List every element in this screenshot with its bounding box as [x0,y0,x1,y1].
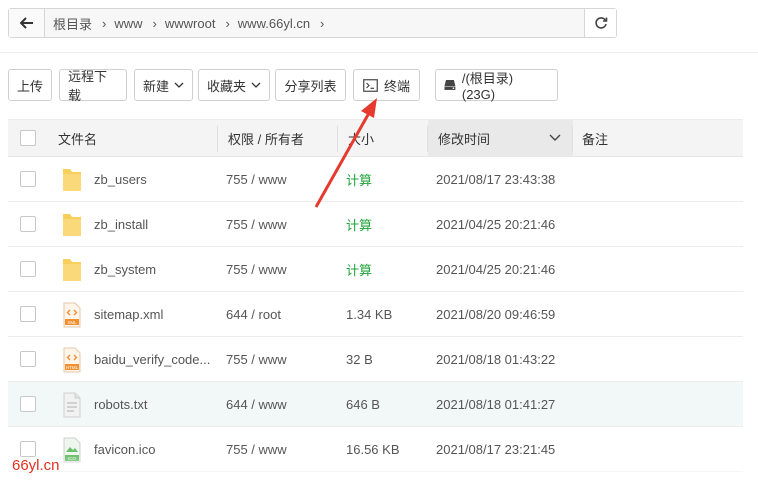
file-manager-page: 根目录 › www › wwwroot › www.66yl.cn › 上传 远程下载 … [0,0,758,483]
annotation-arrow [314,98,377,208]
